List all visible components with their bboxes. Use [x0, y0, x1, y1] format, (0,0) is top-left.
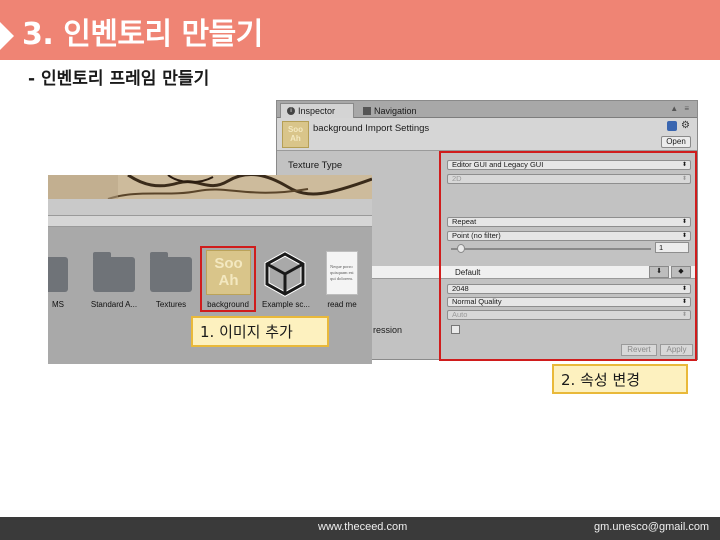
callout-add-image: 1. 이미지 추가 [191, 316, 329, 347]
tab-inspector[interactable]: i Inspector [280, 103, 354, 118]
compression-label: ression [373, 325, 403, 335]
gear-icon[interactable]: ⚙ [681, 121, 691, 131]
tab-inspector-label: Inspector [298, 106, 336, 116]
slide-title: 3. 인벤토리 만들기 [22, 17, 263, 52]
texture-thumbnail: Soo Ah [282, 121, 309, 148]
callout-change-properties: 2. 속성 변경 [552, 364, 688, 394]
title-notch [0, 22, 14, 50]
readme-preview-text: Neque porro quisquam est qui dolorem. [330, 264, 354, 281]
asset-label-ms: MS [52, 300, 64, 309]
help-book-icon[interactable] [667, 121, 677, 131]
inspector-tabbar: i Inspector Navigation ▲ ≡ [277, 101, 697, 118]
open-button[interactable]: Open [661, 136, 691, 148]
footer-email[interactable]: gm.unesco@gmail.com [594, 521, 709, 533]
slide-subtitle: - 인벤토리 프레임 만들기 [28, 69, 210, 89]
project-toolbar [48, 215, 372, 227]
highlight-box-image [200, 246, 256, 312]
navigation-icon [363, 106, 371, 115]
panel-menu-icon[interactable]: ▲ ≡ [670, 104, 691, 113]
footer-website[interactable]: www.theceed.com [318, 521, 407, 533]
asset-label-standard-assets: Standard A... [90, 300, 138, 309]
unity-scene-icon[interactable] [261, 250, 309, 298]
panel-separator [48, 199, 372, 215]
tab-navigation[interactable]: Navigation [357, 103, 437, 118]
thumb-text-line1: Soo [287, 125, 304, 134]
scene-texture-image [48, 175, 372, 199]
info-icon: i [287, 107, 295, 115]
folder-icon[interactable] [93, 252, 135, 292]
highlight-box-properties [439, 151, 697, 361]
scene-view-strip [48, 175, 372, 199]
tab-navigation-label: Navigation [374, 105, 417, 116]
import-settings-title: background Import Settings [313, 123, 430, 134]
readme-document-icon[interactable]: Neque porro quisquam est qui dolorem. [326, 251, 358, 295]
thumb-text-line2: Ah [290, 134, 301, 143]
folder-icon[interactable] [150, 252, 192, 292]
asset-label-example-scene: Example sc... [261, 300, 310, 309]
asset-label-read-me: read me [327, 300, 357, 309]
import-settings-header: Soo Ah background Import Settings ⚙ Open [277, 118, 697, 151]
asset-label-textures: Textures [155, 300, 187, 309]
folder-icon[interactable] [48, 257, 68, 292]
texture-type-label: Texture Type [288, 160, 343, 171]
